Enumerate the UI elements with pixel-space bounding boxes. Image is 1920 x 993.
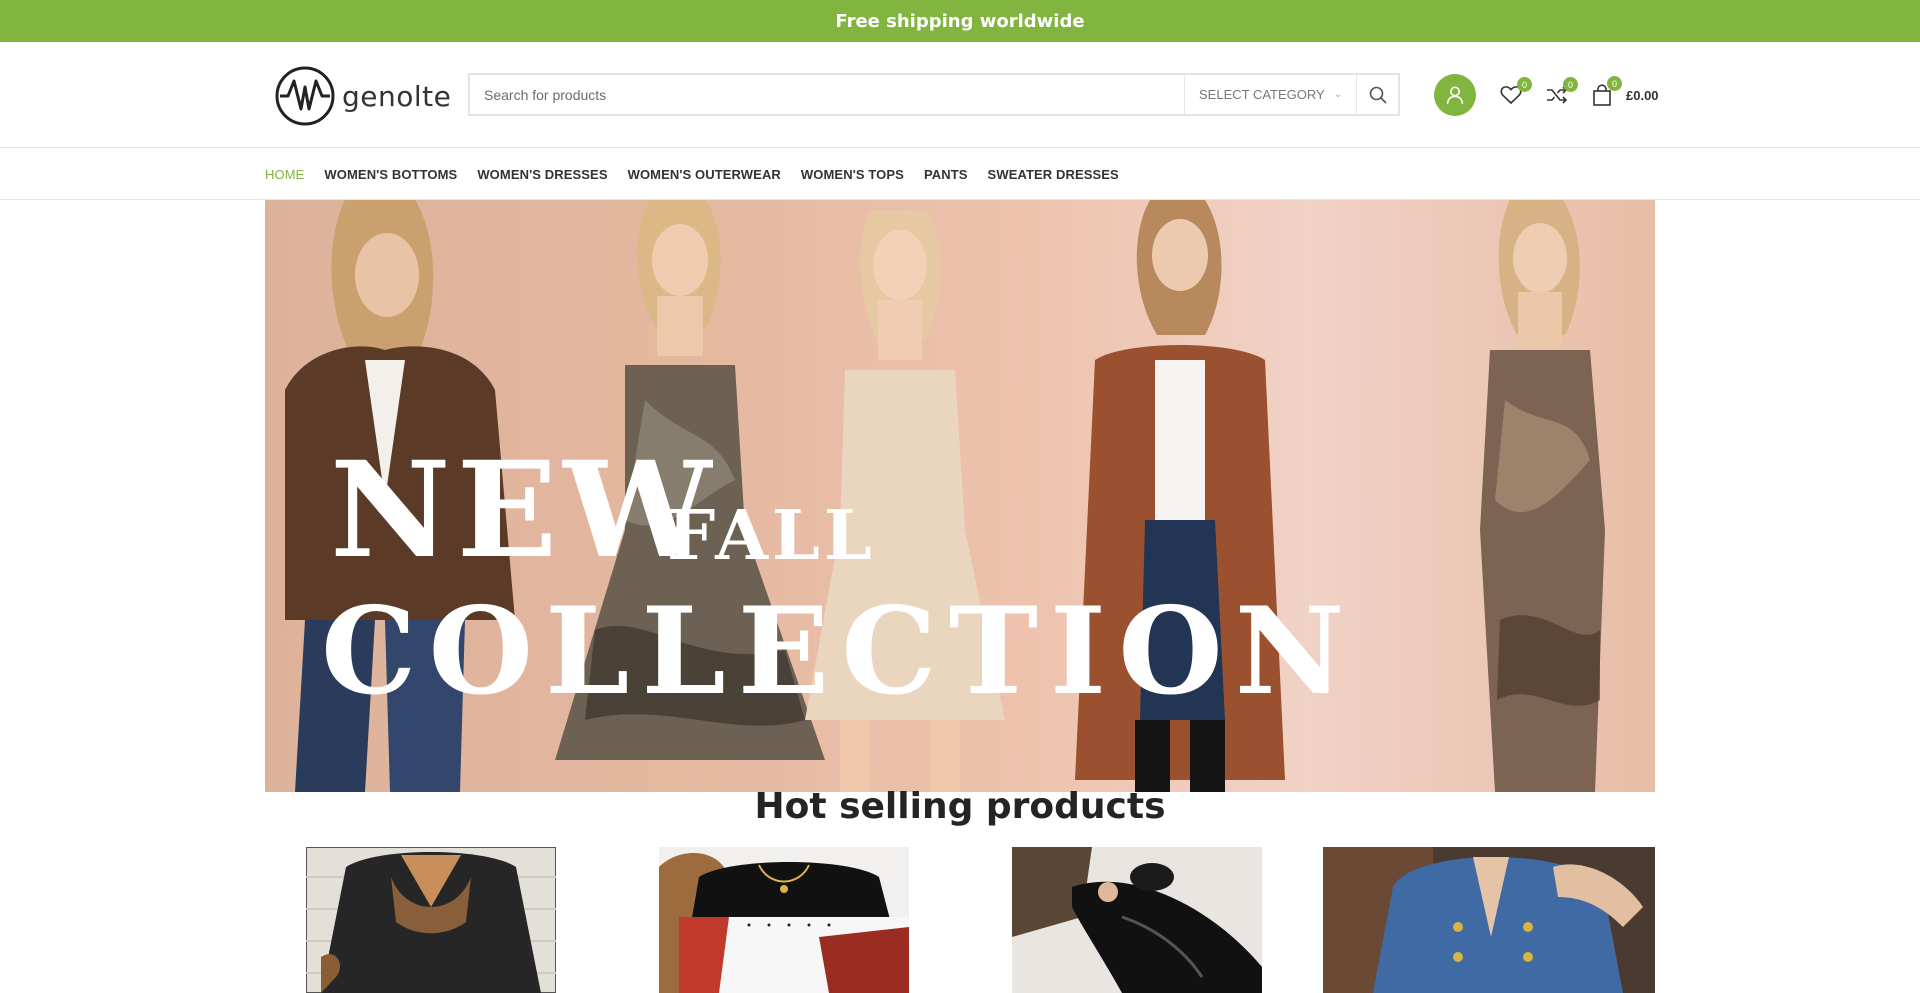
cart-count-badge: 0 bbox=[1607, 76, 1622, 91]
product-image bbox=[1012, 847, 1262, 993]
header-actions: 0 0 0 £0.00 bbox=[1434, 73, 1659, 117]
hero-title-new: NEW bbox=[330, 433, 718, 588]
hero-title-collection: COLLECTION bbox=[321, 581, 1357, 722]
nav-item-womens-dresses[interactable]: WOMEN'S DRESSES bbox=[477, 167, 607, 182]
product-card-denim-blazer[interactable] bbox=[1323, 847, 1655, 993]
product-card-colorblock-sweater[interactable] bbox=[659, 847, 909, 993]
hero-title-fall: FALL bbox=[667, 496, 876, 576]
compare-count-badge: 0 bbox=[1563, 77, 1578, 92]
cart-button[interactable]: 0 bbox=[1592, 76, 1622, 106]
nav-item-sweater-dresses[interactable]: SWEATER DRESSES bbox=[988, 167, 1119, 182]
nav-item-womens-outerwear[interactable]: WOMEN'S OUTERWEAR bbox=[628, 167, 781, 182]
product-card-leather-pants[interactable] bbox=[1012, 847, 1262, 993]
chevron-down-icon: ⌄ bbox=[1333, 89, 1342, 100]
product-image bbox=[659, 847, 909, 993]
cart-total[interactable]: £0.00 bbox=[1626, 88, 1659, 103]
announcement-text: Free shipping worldwide bbox=[835, 10, 1085, 32]
search-icon bbox=[1369, 86, 1387, 104]
nav-item-home[interactable]: HOME bbox=[265, 167, 304, 182]
compare-button[interactable]: 0 bbox=[1546, 77, 1578, 105]
product-image bbox=[306, 847, 556, 993]
wishlist-count-badge: 0 bbox=[1517, 77, 1532, 92]
model-print-dress bbox=[1480, 200, 1605, 792]
hero-banner[interactable]: NEW FALL COLLECTION bbox=[265, 200, 1655, 792]
nav-item-pants[interactable]: PANTS bbox=[924, 167, 968, 182]
category-select-label: SELECT CATEGORY bbox=[1199, 87, 1325, 102]
hot-selling-title: Hot selling products bbox=[754, 786, 1166, 827]
product-card-lace-top[interactable] bbox=[306, 847, 556, 993]
site-logo[interactable]: genolte bbox=[274, 64, 451, 128]
category-select[interactable]: SELECT CATEGORY ⌄ bbox=[1184, 75, 1356, 114]
search-form: SELECT CATEGORY ⌄ bbox=[468, 73, 1400, 116]
nav-item-womens-tops[interactable]: WOMEN'S TOPS bbox=[801, 167, 904, 182]
announcement-bar: Free shipping worldwide bbox=[0, 0, 1920, 42]
product-image bbox=[1323, 847, 1655, 993]
logo-text: genolte bbox=[342, 79, 452, 113]
search-input[interactable] bbox=[470, 75, 1184, 114]
wishlist-button[interactable]: 0 bbox=[1500, 77, 1532, 105]
nav-item-womens-bottoms[interactable]: WOMEN'S BOTTOMS bbox=[324, 167, 457, 182]
user-icon bbox=[1446, 86, 1464, 105]
account-button[interactable] bbox=[1434, 74, 1476, 116]
main-navigation: HOME WOMEN'S BOTTOMS WOMEN'S DRESSES WOM… bbox=[0, 148, 1920, 200]
logo-mark-icon bbox=[275, 66, 335, 126]
search-button[interactable] bbox=[1356, 75, 1398, 114]
site-header: genolte SELECT CATEGORY ⌄ 0 bbox=[0, 42, 1920, 148]
